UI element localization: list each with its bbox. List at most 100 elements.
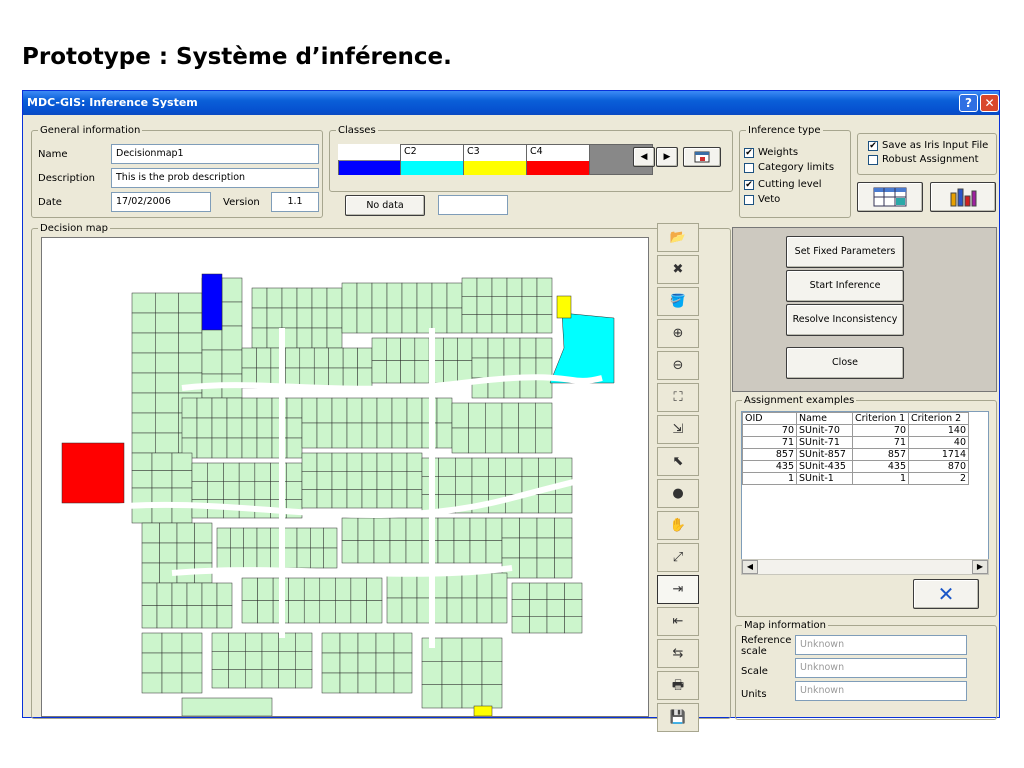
map-parcel[interactable] bbox=[373, 540, 391, 564]
map-parcel[interactable] bbox=[131, 432, 156, 454]
map-parcel[interactable] bbox=[446, 572, 463, 599]
table-row[interactable]: 857 SUnit-857 857 1714 bbox=[742, 448, 969, 461]
map-parcel[interactable] bbox=[529, 582, 548, 600]
map-parcel[interactable] bbox=[131, 392, 156, 414]
map-parcel[interactable] bbox=[535, 337, 553, 359]
robust-checkbox[interactable] bbox=[868, 155, 878, 165]
map-parcel[interactable] bbox=[346, 397, 363, 424]
map-parcel[interactable] bbox=[285, 347, 301, 369]
map-parcel[interactable] bbox=[361, 397, 378, 424]
map-parcel[interactable] bbox=[519, 377, 537, 399]
map-parcel[interactable] bbox=[323, 547, 338, 569]
map-parcel[interactable] bbox=[171, 470, 193, 489]
map-parcel[interactable] bbox=[471, 337, 489, 359]
map-parcel[interactable] bbox=[401, 307, 418, 334]
class-c4[interactable]: C4 bbox=[527, 145, 590, 175]
map-parcel[interactable] bbox=[406, 489, 423, 509]
map-parcel[interactable] bbox=[216, 605, 233, 629]
map-parcel[interactable] bbox=[286, 481, 303, 500]
map-parcel[interactable] bbox=[335, 577, 352, 601]
map-parcel[interactable] bbox=[519, 517, 538, 539]
map-parcel[interactable] bbox=[278, 669, 296, 689]
map-parcel[interactable] bbox=[331, 422, 348, 449]
scale-field[interactable]: Unknown bbox=[795, 658, 967, 678]
globe-tool-button[interactable]: ● bbox=[657, 479, 699, 508]
map-parcel[interactable] bbox=[406, 397, 423, 424]
map-parcel[interactable] bbox=[501, 537, 520, 559]
map-parcel[interactable] bbox=[511, 582, 530, 600]
map-parcel[interactable] bbox=[221, 325, 243, 351]
map-parcel[interactable] bbox=[518, 402, 536, 429]
map-parcel[interactable] bbox=[346, 489, 363, 509]
map-parcel[interactable] bbox=[194, 542, 213, 564]
map-parcel[interactable] bbox=[485, 427, 503, 454]
map-parcel[interactable] bbox=[346, 422, 363, 449]
map-parcel[interactable] bbox=[436, 422, 453, 449]
map-parcel[interactable] bbox=[538, 457, 556, 477]
map-parcel[interactable] bbox=[476, 314, 493, 334]
map-parcel[interactable] bbox=[555, 494, 573, 514]
column-header[interactable]: OID bbox=[742, 412, 797, 425]
no-data-color-field[interactable] bbox=[438, 195, 508, 215]
map-parcel[interactable] bbox=[485, 540, 503, 564]
map-parcel[interactable] bbox=[461, 314, 478, 334]
zoom-in-tool-button[interactable]: ⊕ bbox=[657, 319, 699, 348]
map-parcel[interactable] bbox=[389, 517, 407, 541]
map-parcel[interactable] bbox=[196, 417, 213, 439]
name-field[interactable]: Decisionmap1 bbox=[111, 144, 319, 164]
map-parcel[interactable] bbox=[389, 540, 407, 564]
map-parcel[interactable] bbox=[405, 517, 423, 541]
map-parcel[interactable] bbox=[535, 427, 553, 454]
map-parcel[interactable] bbox=[386, 282, 403, 309]
map-parcel[interactable] bbox=[487, 337, 505, 359]
zoom-to-layer-tool-button[interactable]: ⇲ bbox=[657, 415, 699, 444]
map-parcel[interactable] bbox=[176, 542, 195, 564]
map-parcel[interactable] bbox=[401, 282, 418, 309]
map-parcel[interactable] bbox=[155, 312, 179, 334]
map-parcel[interactable] bbox=[141, 522, 160, 544]
map-svg[interactable] bbox=[42, 238, 648, 717]
map-parcel[interactable] bbox=[406, 471, 423, 490]
map-parcel[interactable] bbox=[241, 437, 258, 459]
map-parcel[interactable] bbox=[554, 517, 573, 539]
map-parcel[interactable] bbox=[481, 684, 503, 709]
map-parcel[interactable] bbox=[266, 287, 283, 309]
map-parcel[interactable] bbox=[393, 652, 413, 674]
map-parcel[interactable] bbox=[326, 287, 343, 309]
map-parcel[interactable] bbox=[335, 600, 352, 624]
map-parcel[interactable] bbox=[251, 287, 268, 309]
map-parcel[interactable] bbox=[191, 462, 208, 482]
map-parcel[interactable] bbox=[181, 652, 203, 674]
map-parcel[interactable] bbox=[501, 427, 519, 454]
date-field[interactable]: 17/02/2006 bbox=[111, 192, 211, 212]
map-parcel[interactable] bbox=[223, 462, 240, 482]
map-parcel[interactable] bbox=[536, 314, 553, 334]
map-parcel[interactable] bbox=[341, 517, 359, 541]
map-parcel[interactable] bbox=[373, 517, 391, 541]
category-limits-checkbox[interactable] bbox=[744, 163, 754, 173]
map-parcel[interactable] bbox=[443, 360, 458, 384]
map-parcel[interactable] bbox=[476, 597, 493, 624]
map-parcel[interactable] bbox=[178, 352, 203, 374]
map-parcel[interactable] bbox=[296, 547, 311, 569]
map-parcel[interactable] bbox=[339, 652, 359, 674]
map-parcel[interactable] bbox=[331, 452, 348, 472]
map-parcel[interactable] bbox=[156, 582, 173, 606]
map-parcel[interactable] bbox=[310, 547, 324, 569]
version-field[interactable]: 1.1 bbox=[271, 192, 319, 212]
map-parcel[interactable] bbox=[356, 307, 373, 334]
map-parcel[interactable] bbox=[241, 397, 258, 419]
map-parcel[interactable] bbox=[256, 527, 271, 549]
map-parcel[interactable] bbox=[207, 462, 224, 482]
map-parcel[interactable] bbox=[311, 327, 328, 349]
map-parcel[interactable] bbox=[207, 481, 224, 500]
map-parcel[interactable] bbox=[241, 347, 257, 369]
map-parcel[interactable] bbox=[319, 577, 336, 601]
map-parcel[interactable] bbox=[406, 422, 423, 449]
map-parcel[interactable] bbox=[505, 476, 523, 495]
table-row[interactable]: 1 SUnit-1 1 2 bbox=[742, 472, 969, 485]
map-parcel[interactable] bbox=[414, 360, 430, 384]
map-parcel[interactable] bbox=[536, 537, 555, 559]
map-parcel[interactable] bbox=[341, 540, 359, 564]
map-parcel[interactable] bbox=[505, 457, 523, 477]
